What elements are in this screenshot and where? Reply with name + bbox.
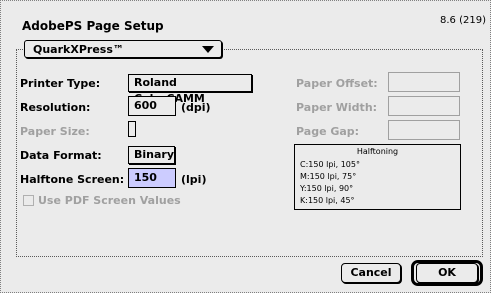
page-gap-field[interactable] (388, 120, 460, 140)
halftoning-row-c: C:150 lpi, 105° (300, 160, 360, 169)
page-setup-dialog: AdobePS Page Setup 8.6 (219) QuarkXPress… (0, 0, 491, 293)
printer-type-popup[interactable]: Roland ColorCAMM (128, 74, 252, 105)
paper-size-label: Paper Size: (20, 125, 90, 138)
halftone-screen-label: Halftone Screen: (20, 173, 125, 186)
paper-size-popup[interactable] (128, 121, 136, 137)
application-popup-menu[interactable]: QuarkXPress™ (24, 40, 222, 58)
cancel-button[interactable]: Cancel (341, 263, 401, 283)
resolution-unit: (dpi) (181, 101, 211, 114)
halftoning-row-m: M:150 lpi, 75° (300, 172, 357, 181)
paper-offset-label: Paper Offset: (296, 77, 378, 90)
halftone-screen-field[interactable]: 150 (128, 168, 176, 188)
halftone-screen-unit: (lpi) (181, 173, 207, 186)
ok-button[interactable]: OK (416, 263, 478, 283)
dialog-title: AdobePS Page Setup (22, 19, 164, 33)
halftoning-panel: Halftoning C:150 lpi, 105° M:150 lpi, 75… (294, 144, 461, 210)
version-label: 8.6 (219) (440, 15, 486, 26)
paper-width-label: Paper Width: (296, 101, 378, 114)
halftoning-row-y: Y:150 lpi, 90° (300, 184, 354, 193)
resolution-label: Resolution: (20, 101, 91, 114)
data-format-popup[interactable]: Binary (128, 146, 175, 164)
halftoning-row-k: K:150 lpi, 45° (300, 196, 355, 205)
printer-type-label: Printer Type: (20, 77, 101, 90)
use-pdf-screen-values-label: Use PDF Screen Values (38, 194, 181, 207)
popup-selected-label: QuarkXPress™ (33, 43, 124, 56)
halftoning-title: Halftoning (356, 147, 399, 156)
paper-width-field[interactable] (388, 96, 460, 116)
popup-arrow-icon (202, 46, 214, 53)
use-pdf-screen-values-checkbox[interactable] (23, 195, 34, 206)
data-format-label: Data Format: (20, 149, 102, 162)
page-gap-label: Page Gap: (296, 125, 360, 138)
resolution-field[interactable]: 600 (128, 96, 176, 116)
paper-offset-field[interactable] (388, 72, 460, 92)
